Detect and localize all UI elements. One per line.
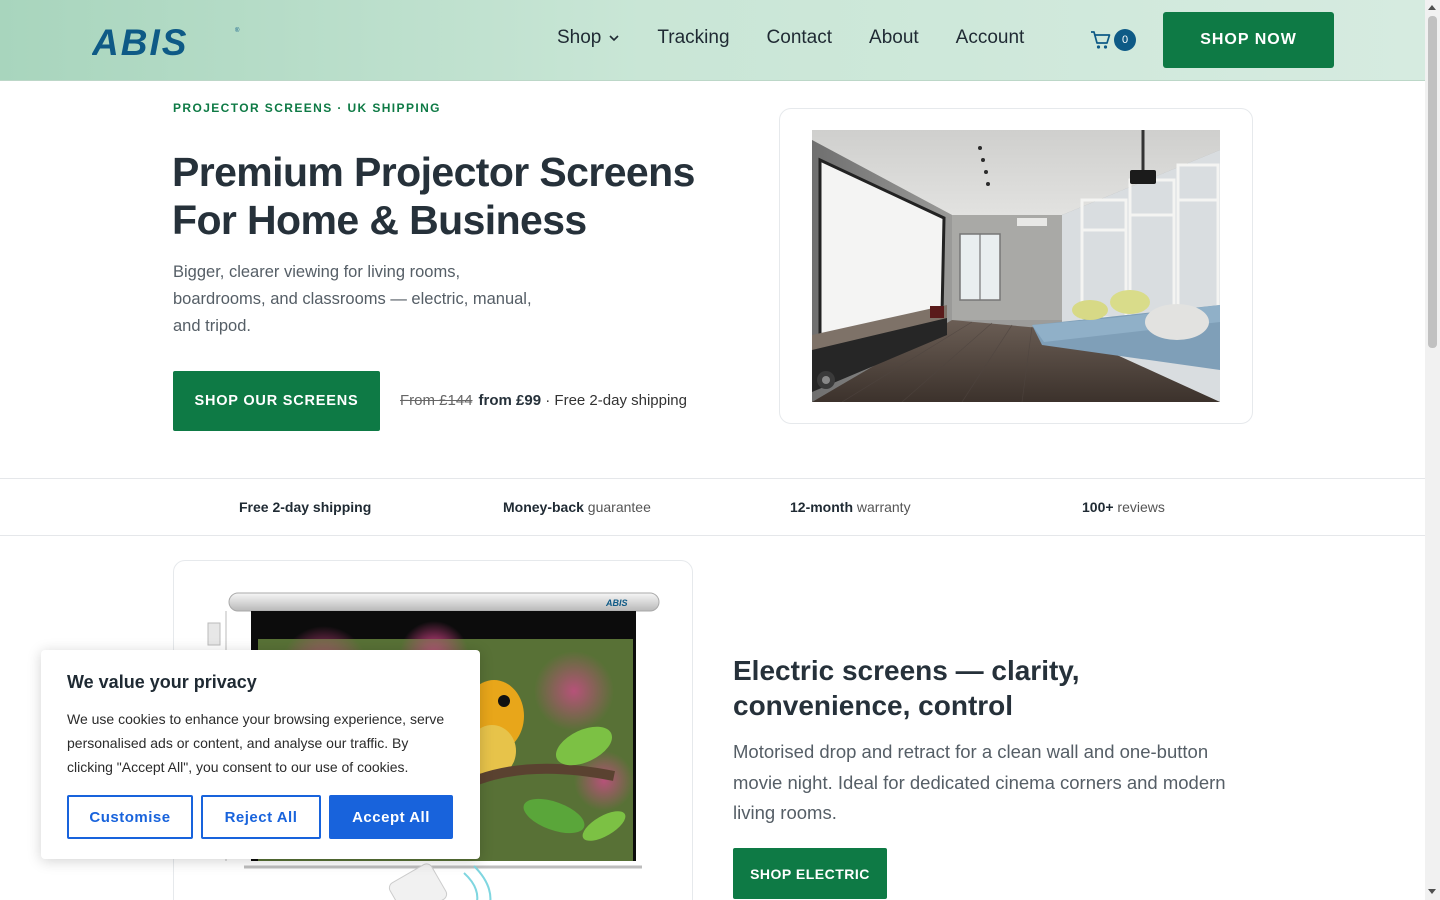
feature-warranty-bold: 12-month: [790, 499, 853, 515]
nav-shop-label: Shop: [557, 27, 602, 48]
feature-reviews: 100+ reviews: [1082, 499, 1165, 515]
feature-guarantee: Money-back guarantee: [503, 499, 651, 515]
nav-contact-label: Contact: [766, 27, 833, 48]
nav-tracking-label: Tracking: [657, 27, 730, 48]
nav-account[interactable]: Account: [956, 27, 1025, 49]
hero-price-line: From £144 from £99 · Free 2-day shipping: [400, 392, 687, 409]
feature-shipping-bold: Free 2-day shipping: [239, 499, 372, 515]
new-price: from £99: [478, 392, 542, 409]
feature-guarantee-bold: Money-back: [503, 499, 584, 515]
hero-subtitle: Bigger, clearer viewing for living rooms…: [173, 263, 532, 335]
feature-reviews-rest: reviews: [1113, 499, 1165, 515]
nav-tracking[interactable]: Tracking: [657, 27, 729, 49]
cart-icon: [1091, 31, 1111, 49]
abis-logo[interactable]: ABIS ®: [92, 24, 242, 58]
feature-guarantee-rest: guarantee: [583, 499, 651, 515]
cookie-customise-button[interactable]: Customise: [67, 795, 193, 839]
cart-count-badge: 0: [1114, 29, 1136, 51]
main-nav: Shop Tracking Contact About Account: [557, 27, 1061, 49]
cart-button[interactable]: 0: [1090, 29, 1136, 51]
nav-shop[interactable]: Shop: [557, 27, 620, 49]
shop-now-button[interactable]: SHOP NOW: [1163, 12, 1334, 68]
shop-electric-button[interactable]: SHOP ELECTRIC: [733, 848, 887, 899]
svg-text:®: ®: [235, 27, 240, 34]
nav-about[interactable]: About: [869, 27, 919, 49]
nav-about-label: About: [869, 27, 919, 48]
cookie-title: We value your privacy: [67, 672, 257, 692]
cookie-accept-all-button[interactable]: Accept All: [329, 795, 453, 839]
svg-text:ABIS: ABIS: [92, 24, 188, 58]
old-price: From £144: [400, 392, 473, 409]
hero-eyebrow: PROJECTOR SCREENS · UK SHIPPING: [173, 101, 441, 115]
nav-account-label: Account: [955, 27, 1025, 48]
chevron-down-icon: [609, 35, 619, 42]
cookie-body: We use cookies to enhance your browsing …: [67, 711, 445, 775]
hero-title: Premium Projector Screens For Home & Bus…: [172, 149, 695, 243]
electric-section-title: Electric screens — clarity, convenience,…: [733, 655, 1080, 721]
scrollbar-thumb[interactable]: [1428, 16, 1437, 348]
home-cinema-room-image: [812, 130, 1220, 402]
shop-our-screens-button[interactable]: SHOP OUR SCREENS: [173, 371, 380, 431]
site-header: ABIS ® Shop Tracking Contact About Accou…: [0, 0, 1425, 81]
scroll-down-arrow-icon[interactable]: [1428, 889, 1436, 894]
cookie-reject-all-button[interactable]: Reject All: [201, 795, 321, 839]
cookie-consent-banner: We value your privacy We use cookies to …: [41, 650, 480, 859]
trust-features-strip: Free 2-day shipping Money-back guarantee…: [0, 478, 1425, 536]
electric-section-subtitle: Motorised drop and retract for a clean w…: [733, 741, 1226, 823]
feature-warranty: 12-month warranty: [790, 499, 911, 515]
scroll-up-arrow-icon[interactable]: [1428, 5, 1436, 10]
page-scrollbar[interactable]: [1425, 0, 1440, 900]
feature-reviews-bold: 100+: [1082, 499, 1114, 515]
feature-shipping: Free 2-day shipping: [239, 499, 371, 515]
feature-warranty-rest: warranty: [853, 499, 911, 515]
price-note: · Free 2-day shipping: [541, 392, 687, 409]
nav-contact[interactable]: Contact: [767, 27, 832, 49]
case-logo: ABIS: [605, 598, 628, 608]
